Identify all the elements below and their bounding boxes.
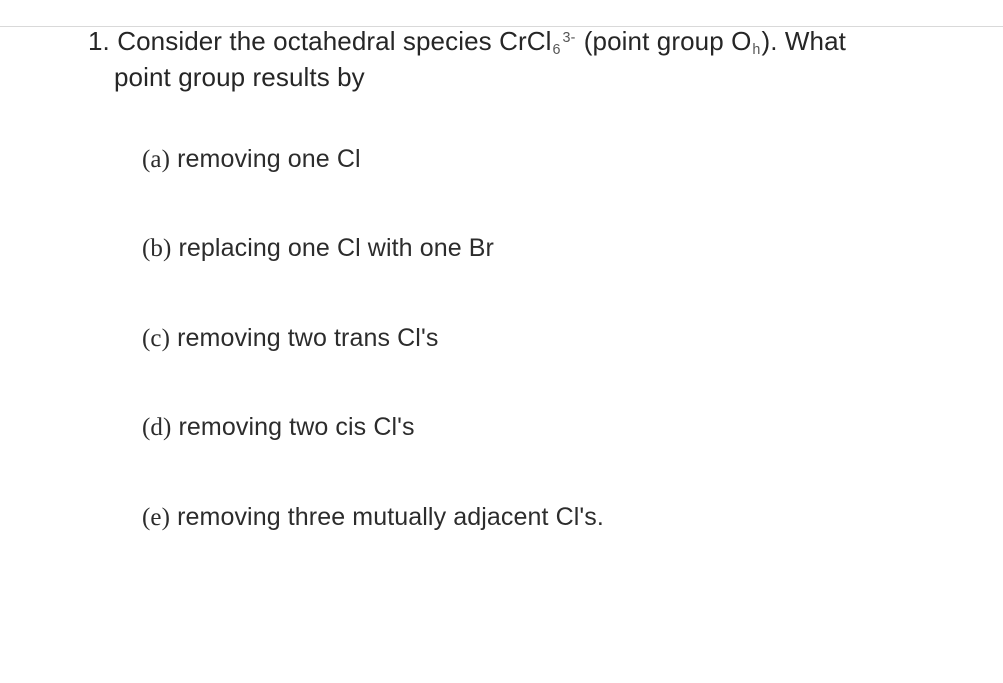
- question-stem: 1. Consider the octahedral species CrCl6…: [88, 24, 963, 95]
- option-e: (e) removing three mutually adjacent Cl'…: [142, 501, 963, 535]
- option-label: (c): [142, 325, 170, 352]
- option-text: removing one Cl: [170, 145, 361, 173]
- formula-superscript: 3-: [562, 30, 577, 46]
- stem-text-after: ). What: [761, 26, 846, 56]
- option-label: (a): [142, 146, 170, 173]
- stem-line-2: point group results by: [114, 60, 963, 95]
- option-text: removing two trans Cl's: [170, 324, 438, 352]
- stem-text-1: Consider the octahedral species: [117, 26, 499, 56]
- option-b: (b) replacing one Cl with one Br: [142, 232, 963, 266]
- formula-subscript: 6: [551, 42, 561, 58]
- option-label: (d): [142, 414, 171, 441]
- option-label: (e): [142, 504, 170, 531]
- option-c: (c) removing two trans Cl's: [142, 322, 963, 356]
- page: 1. Consider the octahedral species CrCl6…: [0, 0, 1003, 683]
- question-block: 1. Consider the octahedral species CrCl6…: [88, 24, 963, 534]
- option-text: removing two cis Cl's: [171, 413, 414, 441]
- option-text: removing three mutually adjacent Cl's.: [170, 503, 604, 531]
- stem-text-mid: (point group: [576, 26, 731, 56]
- option-text: replacing one Cl with one Br: [171, 234, 494, 262]
- pointgroup-subscript: h: [751, 42, 761, 58]
- question-number: 1.: [88, 26, 110, 56]
- option-a: (a) removing one Cl: [142, 143, 963, 177]
- options-list: (a) removing one Cl (b) replacing one Cl…: [142, 143, 963, 535]
- pointgroup-base: O: [731, 26, 751, 56]
- option-d: (d) removing two cis Cl's: [142, 411, 963, 445]
- formula-base: CrCl: [499, 26, 551, 56]
- option-label: (b): [142, 235, 171, 262]
